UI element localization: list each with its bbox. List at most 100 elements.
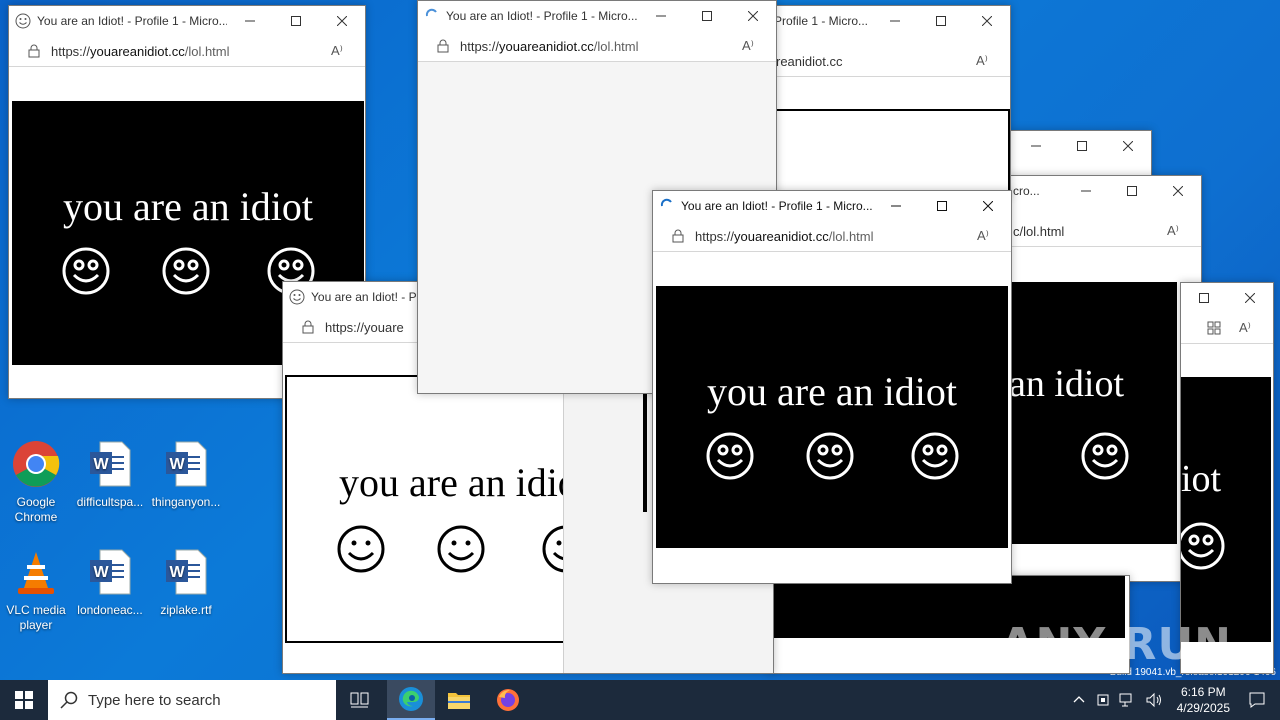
maximize-button[interactable] [684, 1, 730, 31]
smiley-icon [911, 432, 959, 480]
window-titlebar[interactable]: You are an Idiot! - Profile 1 - Micro... [653, 191, 1011, 221]
read-aloud-icon[interactable]: A⁾ [1167, 223, 1187, 239]
clock-time: 6:16 PM [1180, 685, 1226, 699]
maximize-icon [291, 16, 301, 26]
start-button[interactable] [0, 680, 48, 720]
taskbar-file-explorer[interactable] [435, 680, 483, 720]
minimize-icon [1081, 190, 1091, 192]
maximize-icon [702, 11, 712, 21]
close-button[interactable] [965, 191, 1011, 221]
folder-icon [448, 693, 470, 709]
url-text[interactable]: reanidiot.cc [766, 54, 976, 69]
desktop-icon-londoneac[interactable]: W londoneac... [74, 548, 146, 618]
maximize-button[interactable] [1181, 283, 1227, 313]
close-button[interactable] [964, 6, 1010, 36]
maximize-button[interactable] [919, 191, 965, 221]
close-icon [1245, 293, 1255, 303]
address-bar[interactable]: reanidiot.cc A⁾ [766, 46, 1010, 77]
window-titlebar[interactable]: cro... [1009, 176, 1201, 206]
close-button[interactable] [1105, 131, 1151, 161]
close-icon [1173, 186, 1183, 196]
chevron-up-icon[interactable] [1071, 692, 1087, 708]
maximize-icon [937, 201, 947, 211]
window-titlebar[interactable]: You are an Idiot! - Profile 1 - Micro... [418, 1, 776, 31]
banner-text: an idiot [1009, 363, 1125, 405]
read-aloud-icon[interactable]: A⁾ [976, 53, 996, 69]
desktop-icon-difficultspa[interactable]: W difficultspa... [74, 440, 146, 510]
window-titlebar[interactable]: You are an Idiot! - Profile 1 - Micro... [9, 6, 365, 36]
url-text[interactable]: https://youareanidiot.cc/lol.html [460, 39, 742, 54]
browser-window-bg-3[interactable]: A⁾ iot [1180, 282, 1274, 674]
close-button[interactable] [319, 6, 365, 36]
browser-window-active[interactable]: You are an Idiot! - Profile 1 - Micro...… [652, 190, 1012, 584]
address-bar[interactable]: A⁾ [1181, 313, 1273, 344]
taskbar-edge[interactable] [387, 680, 435, 720]
minimize-button[interactable] [1013, 131, 1059, 161]
address-bar[interactable]: https://youareanidiot.cc/lol.html A⁾ [418, 31, 776, 62]
task-view-button[interactable] [336, 680, 384, 720]
desktop-icon-label: ziplake.rtf [160, 603, 212, 617]
maximize-icon [936, 16, 946, 26]
read-aloud-icon[interactable]: A⁾ [1239, 320, 1259, 336]
extensions-icon[interactable] [1207, 321, 1221, 335]
maximize-button[interactable] [1109, 176, 1155, 206]
url-text[interactable]: https://youareanidiot.cc/lol.html [51, 44, 331, 59]
url-text[interactable]: https://youareanidiot.cc/lol.html [695, 229, 977, 244]
close-button[interactable] [1155, 176, 1201, 206]
search-placeholder: Type here to search [88, 691, 221, 709]
smiley-icon [337, 525, 385, 573]
maximize-button[interactable] [918, 6, 964, 36]
smiley-icon [706, 432, 754, 480]
window-titlebar[interactable] [1009, 131, 1151, 161]
read-aloud-icon[interactable]: A⁾ [977, 228, 997, 244]
url-text[interactable]: c/lol.html [1009, 224, 1167, 239]
window-titlebar[interactable] [1181, 283, 1273, 313]
minimize-icon [245, 20, 255, 22]
browser-window-bg-2[interactable]: cro... c/lol.html A⁾ an idiot [1008, 175, 1202, 582]
maximize-icon [1077, 141, 1087, 151]
close-button[interactable] [730, 1, 776, 31]
close-icon [983, 201, 993, 211]
desktop-icon-thinganyon[interactable]: W thinganyon... [150, 440, 222, 510]
taskbar-search-box[interactable]: Type here to search [48, 680, 336, 720]
maximize-icon [1199, 293, 1209, 303]
maximize-button[interactable] [273, 6, 319, 36]
desktop-icon-vlc[interactable]: VLC media player [0, 548, 72, 633]
word-doc-icon: W [166, 549, 207, 595]
smiley-icon [1181, 522, 1225, 570]
smiley-icon [62, 247, 110, 295]
taskbar-firefox[interactable] [484, 680, 532, 720]
address-bar[interactable]: c/lol.html A⁾ [1009, 216, 1201, 247]
minimize-icon [656, 15, 666, 17]
read-aloud-icon[interactable]: A⁾ [331, 43, 351, 59]
minimize-button[interactable] [227, 6, 273, 36]
read-aloud-icon[interactable]: A⁾ [742, 38, 762, 54]
desktop-icon-ziplake[interactable]: W ziplake.rtf [150, 548, 222, 618]
window-title: Profile 1 - Micro... [774, 14, 869, 28]
minimize-button[interactable] [638, 1, 684, 31]
volume-icon[interactable] [1145, 692, 1163, 708]
minimize-button[interactable] [873, 191, 919, 221]
network-icon[interactable] [1119, 692, 1137, 708]
banner-text: you are an idiot [63, 184, 313, 229]
smiley-icon [437, 525, 485, 573]
taskbar: Type here to search 6:16 PM 4/29/2025 [0, 680, 1280, 720]
page-frame [774, 109, 1010, 196]
window-titlebar[interactable]: Profile 1 - Micro... [766, 6, 1010, 36]
close-icon [337, 16, 347, 26]
smiley-icon [1081, 432, 1129, 480]
smiley-icon [162, 247, 210, 295]
close-button[interactable] [1227, 283, 1273, 313]
address-bar[interactable]: https://youareanidiot.cc/lol.html A⁾ [9, 36, 365, 67]
lock-icon [672, 229, 684, 243]
maximize-button[interactable] [1059, 131, 1105, 161]
taskbar-clock[interactable]: 6:16 PM 4/29/2025 [1177, 684, 1230, 716]
browser-window-top-right[interactable]: Profile 1 - Micro... reanidiot.cc A⁾ [765, 5, 1011, 197]
address-bar[interactable]: https://youareanidiot.cc/lol.html A⁾ [653, 221, 1011, 252]
device-icon[interactable] [1095, 692, 1111, 708]
minimize-button[interactable] [872, 6, 918, 36]
notification-icon[interactable] [1248, 691, 1266, 709]
desktop-icon-chrome[interactable]: Google Chrome [0, 440, 72, 525]
minimize-button[interactable] [1063, 176, 1109, 206]
svg-text:W: W [169, 564, 185, 581]
